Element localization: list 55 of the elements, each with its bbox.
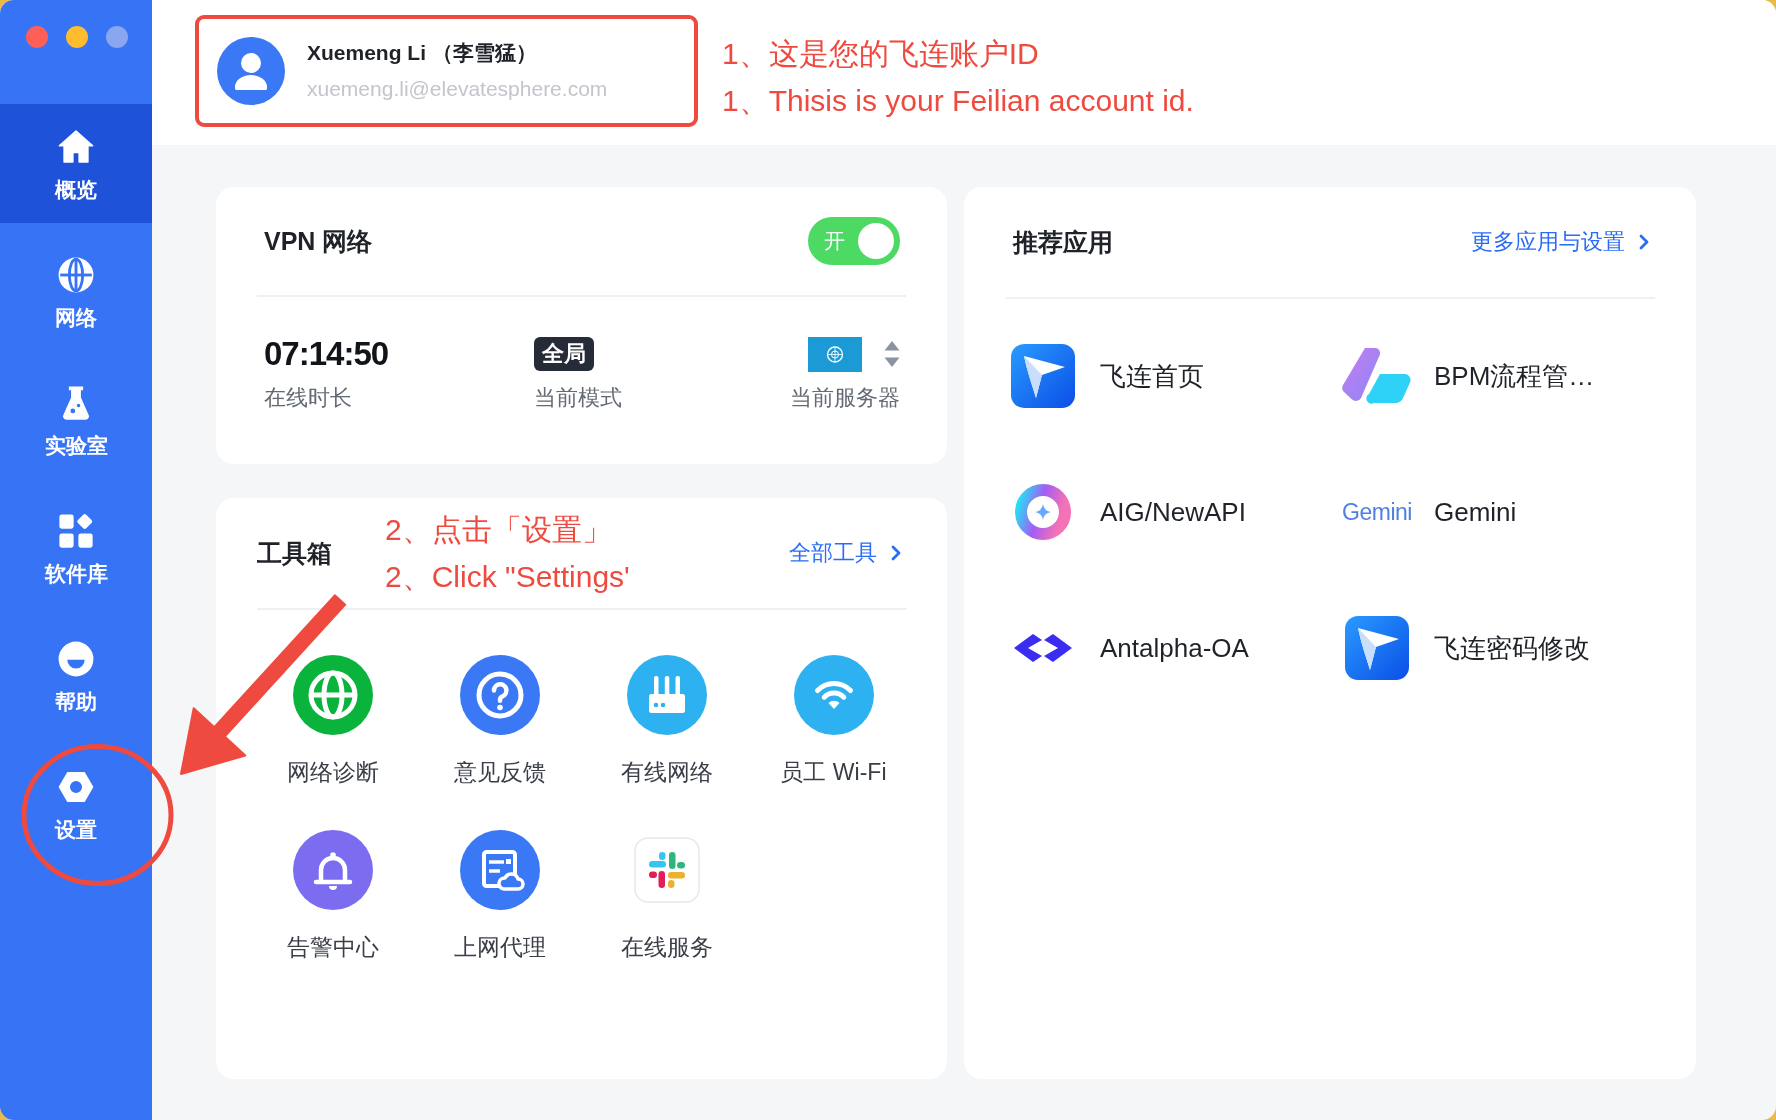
mode-badge: 全局 — [534, 337, 594, 371]
sidebar-tab[interactable]: 软件库 — [0, 488, 152, 607]
annotation-text: 2、点击「设置」 — [385, 512, 613, 548]
avatar-icon — [217, 37, 285, 105]
smiley-icon — [57, 640, 95, 678]
tool-shortcut[interactable]: 上网代理 — [416, 830, 583, 962]
card-title: 工具箱 — [257, 537, 332, 569]
stat-label: 当前服务器 — [790, 384, 900, 412]
tool-shortcut[interactable]: 员工 Wi-Fi — [750, 655, 917, 787]
app-shortcut[interactable]: 飞连首页 — [1003, 336, 1337, 416]
flag-icon — [808, 336, 862, 372]
logo-wordmark: Gemini — [1342, 498, 1412, 526]
router-icon — [626, 655, 707, 735]
bell-icon — [292, 830, 373, 910]
apps-grid-icon — [57, 512, 95, 550]
paper-plane-icon — [1345, 616, 1409, 680]
card-title: VPN 网络 — [264, 225, 373, 257]
app-shortcut[interactable]: BPM流程管… — [1337, 336, 1671, 416]
minimize-button[interactable] — [66, 26, 88, 48]
globe-icon — [57, 256, 95, 294]
wifi-icon — [793, 655, 874, 735]
tool-shortcut[interactable]: 意见反馈 — [416, 655, 583, 787]
question-icon — [459, 655, 540, 735]
duration-value: 07:14:50 — [264, 335, 389, 373]
server-cloud-icon — [459, 830, 540, 910]
tool-shortcut[interactable]: 告警中心 — [249, 830, 416, 962]
app-shortcut[interactable]: Gemini Gemini — [1337, 472, 1671, 552]
globe-icon — [292, 655, 373, 735]
annotation-text: 1、这是您的飞连账户ID — [722, 36, 1040, 72]
sidebar-tab[interactable]: 概览 — [0, 104, 152, 223]
paper-plane-icon — [1011, 344, 1075, 408]
annotation-text: 2、Click "Settings' — [385, 559, 630, 595]
all-tools-link[interactable]: 全部工具 — [789, 538, 901, 568]
more-apps-link[interactable]: 更多应用与设置 — [1471, 227, 1649, 257]
annotation-text: 1、Thisis is your Feilian account id. — [722, 83, 1194, 119]
tool-shortcut[interactable]: 在线服务 — [583, 830, 750, 962]
sidebar-tab[interactable]: 帮助 — [0, 616, 152, 735]
home-icon — [57, 128, 95, 166]
sidebar-tab[interactable]: 实验室 — [0, 360, 152, 479]
tool-shortcut[interactable]: 有线网络 — [583, 655, 750, 787]
close-button[interactable] — [26, 26, 48, 48]
account-name: Xuemeng Li （李雪猛） — [307, 40, 538, 66]
up-down-arrows-icon[interactable] — [884, 340, 900, 368]
stat-label: 在线时长 — [264, 384, 353, 412]
sidebar-tab[interactable]: 设置 — [0, 744, 152, 863]
app-shortcut[interactable]: 飞连密码修改 — [1337, 608, 1671, 688]
app-shortcut[interactable]: AIG/NewAPI — [1003, 472, 1337, 552]
app-shortcut[interactable]: Antalpha-OA — [1003, 608, 1337, 688]
card-title: 推荐应用 — [1013, 226, 1113, 258]
account-email: xuemeng.li@elevatesphere.com — [307, 76, 608, 102]
zoom-button[interactable] — [106, 26, 128, 48]
chevron-right-icon — [1639, 234, 1649, 250]
chevron-right-icon — [891, 545, 901, 561]
stat-label: 当前模式 — [534, 384, 623, 412]
sidebar-tab[interactable]: 网络 — [0, 232, 152, 351]
